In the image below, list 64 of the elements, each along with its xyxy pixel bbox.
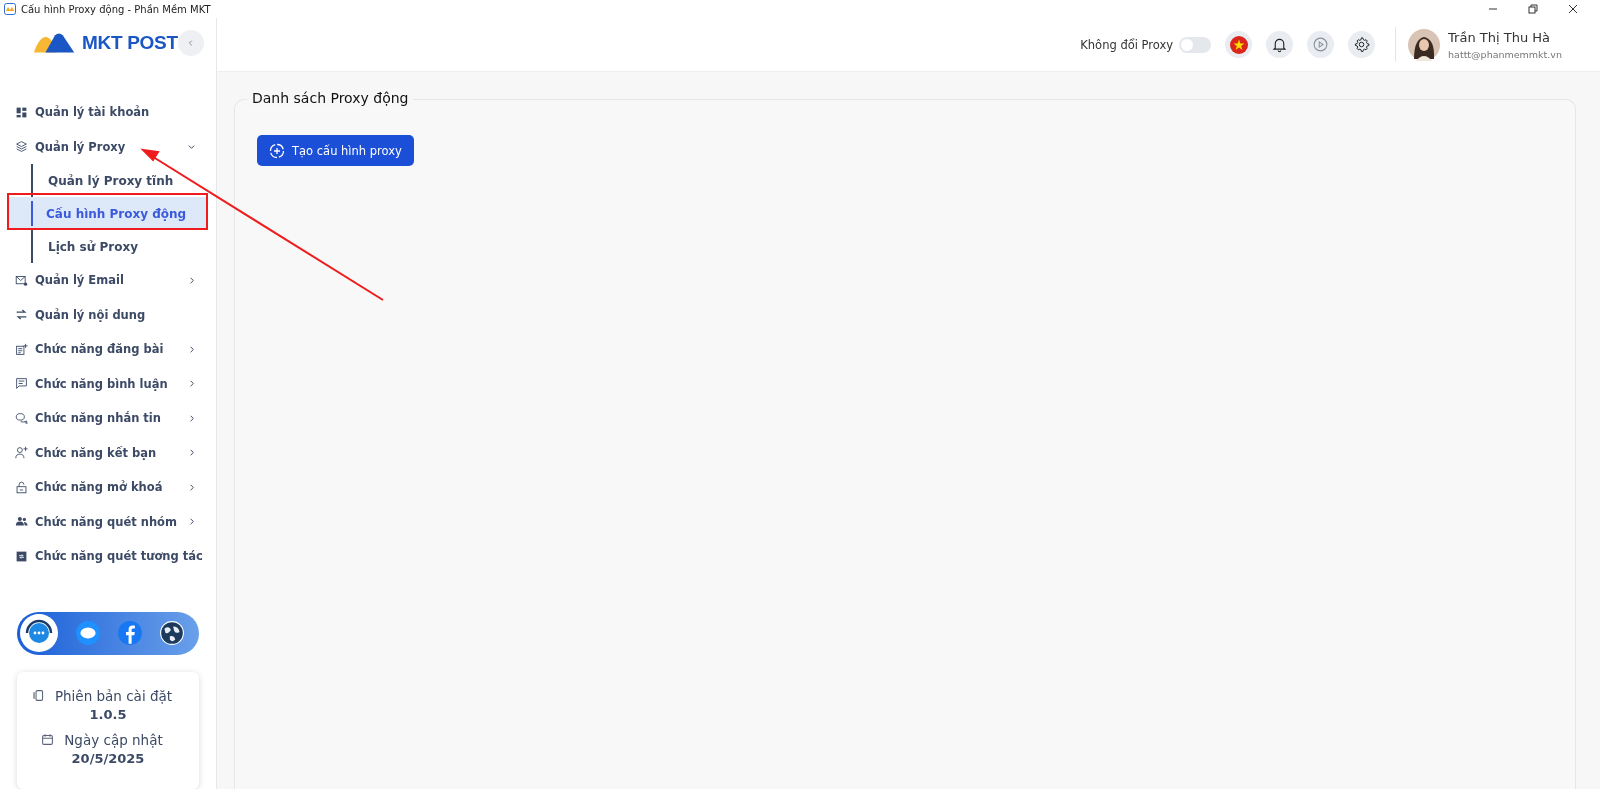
swap-icon bbox=[15, 308, 28, 322]
app-icon bbox=[4, 3, 16, 15]
user-email: hattt@phanmemmkt.vn bbox=[1448, 48, 1562, 60]
dashboard-icon bbox=[15, 105, 28, 119]
mail-icon bbox=[15, 273, 28, 287]
group-icon bbox=[15, 515, 28, 529]
info-label: Phiên bản cài đặt bbox=[54, 687, 173, 704]
menu-item[interactable]: Chức năng bình luận bbox=[0, 366, 216, 401]
chevron-icon bbox=[187, 39, 195, 47]
info-value: 1.0.5 bbox=[89, 706, 127, 722]
menu-item[interactable]: Quản lý nội dung bbox=[0, 297, 216, 332]
chevron-icon bbox=[187, 275, 196, 285]
support-icon[interactable] bbox=[19, 613, 59, 653]
panel-title: Danh sách Proxy động bbox=[247, 90, 414, 106]
menu-item[interactable]: Chức năng nhắn tin bbox=[0, 401, 216, 436]
chevron-icon bbox=[187, 379, 196, 389]
window-title: Cấu hình Proxy động - Phần Mềm MKT bbox=[21, 3, 211, 15]
document-plus-icon bbox=[15, 342, 28, 356]
flag-button[interactable] bbox=[1225, 31, 1253, 58]
chevron-icon bbox=[187, 413, 196, 423]
refresh-icon bbox=[15, 549, 28, 563]
facebook-icon[interactable] bbox=[117, 620, 143, 646]
globe-icon[interactable] bbox=[159, 620, 185, 646]
play-icon bbox=[1312, 36, 1330, 53]
calendar-icon bbox=[41, 733, 55, 746]
bell-icon bbox=[1271, 36, 1289, 53]
menu-item[interactable]: Chức năng đăng bài bbox=[0, 332, 216, 367]
chevron-icon bbox=[187, 482, 196, 492]
info-label: Ngày cập nhật bbox=[64, 731, 163, 748]
flag-icon bbox=[1228, 34, 1249, 55]
create-proxy-button[interactable]: Tạo cấu hình proxy bbox=[257, 135, 414, 166]
user-plus-icon bbox=[15, 446, 28, 460]
avatar[interactable] bbox=[1408, 28, 1441, 61]
menu-item[interactable]: Quản lý tài khoản bbox=[0, 95, 216, 130]
toggle-switch[interactable] bbox=[1179, 36, 1212, 53]
toggle-label: Không đổi Proxy bbox=[1080, 37, 1174, 52]
play-button[interactable] bbox=[1307, 31, 1335, 58]
chevron-icon bbox=[187, 344, 196, 354]
settings-button[interactable] bbox=[1348, 31, 1376, 58]
submenu-item[interactable]: Cấu hình Proxy động bbox=[8, 197, 206, 230]
menu-item[interactable]: Quản lý Proxy bbox=[0, 129, 216, 164]
menu-item[interactable]: Chức năng mở khoá bbox=[0, 470, 216, 505]
settings-icon bbox=[1353, 36, 1371, 53]
device-icon bbox=[31, 689, 45, 702]
comment-icon bbox=[15, 377, 28, 391]
restore-icon[interactable] bbox=[1528, 4, 1538, 14]
chevron-icon bbox=[187, 517, 196, 527]
layers-icon bbox=[15, 140, 28, 154]
app-logo: MKT POST bbox=[32, 31, 178, 55]
menu-item[interactable]: Chức năng kết bạn bbox=[0, 435, 216, 470]
menu-item[interactable]: Quản lý Email bbox=[0, 263, 216, 298]
info-value: 20/5/2025 bbox=[71, 750, 145, 766]
notification-button[interactable] bbox=[1266, 31, 1294, 58]
user-name: Trần Thị Thu Hà bbox=[1448, 29, 1551, 45]
plus-circle-icon bbox=[269, 142, 285, 159]
chat-icon bbox=[15, 411, 28, 425]
menu-item[interactable]: Chức năng quét tương tác bbox=[0, 539, 216, 574]
chevron-icon bbox=[187, 448, 196, 458]
chat-bubble-icon[interactable] bbox=[75, 620, 101, 646]
lock-icon bbox=[15, 480, 28, 494]
submenu-item[interactable]: Lịch sử Proxy bbox=[31, 230, 206, 263]
chevron-icon bbox=[187, 142, 196, 152]
close-icon[interactable] bbox=[1568, 4, 1578, 14]
menu-item[interactable]: Chức năng quét nhóm bbox=[0, 504, 216, 539]
